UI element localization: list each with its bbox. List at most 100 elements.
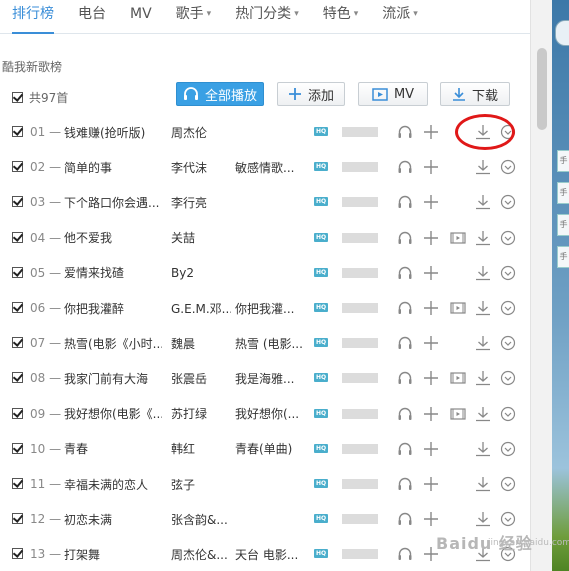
select-all-row[interactable]: 共97首: [12, 89, 68, 106]
song-artist[interactable]: 韩红: [171, 440, 231, 457]
song-artist[interactable]: 苏打绿: [171, 405, 231, 422]
chevron-down-icon[interactable]: [500, 265, 516, 281]
add-button[interactable]: 添加: [277, 82, 345, 106]
tab-6[interactable]: 流派 ▾: [370, 0, 430, 33]
side-tab[interactable]: 手: [557, 246, 569, 268]
side-panel-handle[interactable]: [555, 20, 569, 46]
song-checkbox[interactable]: [12, 196, 23, 208]
headphones-icon[interactable]: [397, 335, 413, 351]
plus-icon[interactable]: [423, 441, 439, 457]
headphones-icon[interactable]: [397, 194, 413, 210]
chevron-down-icon[interactable]: [500, 511, 516, 527]
song-artist[interactable]: 弦子: [171, 476, 231, 493]
song-artist[interactable]: 魏晨: [171, 335, 231, 352]
song-title[interactable]: 打架舞: [64, 546, 162, 563]
song-row[interactable]: 04 — 他不爱我 关喆 HQ: [0, 226, 530, 250]
tab-2[interactable]: MV: [118, 0, 164, 33]
song-checkbox[interactable]: [12, 407, 23, 419]
song-checkbox[interactable]: [12, 478, 23, 489]
video-icon[interactable]: [450, 300, 466, 316]
song-checkbox[interactable]: [12, 231, 23, 243]
song-album[interactable]: 热雪 (电影...: [235, 335, 305, 352]
headphones-icon[interactable]: [397, 230, 413, 246]
plus-icon[interactable]: [423, 159, 439, 175]
song-title[interactable]: 简单的事: [64, 159, 162, 176]
song-title[interactable]: 热雪(电影《小时...: [64, 335, 162, 352]
song-artist[interactable]: 张含韵&...: [171, 511, 231, 528]
plus-icon[interactable]: [423, 335, 439, 351]
song-checkbox[interactable]: [12, 302, 23, 313]
chevron-down-icon[interactable]: [500, 159, 516, 175]
side-tab[interactable]: 手: [557, 214, 569, 236]
headphones-icon[interactable]: [397, 159, 413, 175]
song-checkbox[interactable]: [12, 442, 23, 454]
plus-icon[interactable]: [423, 511, 439, 527]
headphones-icon[interactable]: [397, 546, 413, 562]
chevron-down-icon[interactable]: [500, 335, 516, 351]
headphones-icon[interactable]: [397, 300, 413, 316]
song-artist[interactable]: 李代沫: [171, 159, 231, 176]
song-title[interactable]: 爱情来找碴: [64, 264, 162, 281]
song-album[interactable]: 你把我灌...: [235, 300, 305, 317]
song-checkbox[interactable]: [12, 161, 23, 173]
song-row[interactable]: 02 — 简单的事 李代沫 敏感情歌... HQ: [0, 155, 530, 179]
download-icon[interactable]: [475, 406, 491, 422]
song-row[interactable]: 05 — 爱情来找碴 By2 HQ: [0, 261, 530, 285]
song-album[interactable]: 青春(单曲): [235, 440, 305, 457]
song-row[interactable]: 08 — 我家门前有大海 张震岳 我是海雅... HQ: [0, 366, 530, 390]
video-icon[interactable]: [450, 370, 466, 386]
song-artist[interactable]: By2: [171, 266, 231, 280]
plus-icon[interactable]: [423, 194, 439, 210]
play-all-button[interactable]: 全部播放: [176, 82, 264, 106]
plus-icon[interactable]: [423, 265, 439, 281]
download-icon[interactable]: [475, 300, 491, 316]
download-icon[interactable]: [475, 265, 491, 281]
song-album[interactable]: 我好想你(...: [235, 405, 305, 422]
side-tab[interactable]: 手: [557, 150, 569, 172]
download-icon[interactable]: [475, 230, 491, 246]
song-title[interactable]: 初恋未满: [64, 511, 162, 528]
tab-3[interactable]: 歌手 ▾: [164, 0, 224, 33]
song-checkbox[interactable]: [12, 372, 23, 384]
song-row[interactable]: 01 — 钱难赚(抢听版) 周杰伦 HQ: [0, 120, 530, 144]
song-title[interactable]: 我家门前有大海: [64, 370, 162, 387]
song-checkbox[interactable]: [12, 266, 23, 278]
chevron-down-icon[interactable]: [500, 441, 516, 457]
song-artist[interactable]: 周杰伦: [171, 124, 231, 141]
tab-5[interactable]: 特色 ▾: [311, 0, 371, 33]
song-row[interactable]: 10 — 青春 韩红 青春(单曲) HQ: [0, 437, 530, 461]
tab-1[interactable]: 电台: [66, 0, 118, 33]
song-row[interactable]: 03 — 下个路口你会遇... 李行亮 HQ: [0, 190, 530, 214]
song-row[interactable]: 11 — 幸福未满的恋人 弦子 HQ: [0, 472, 530, 496]
chevron-down-icon[interactable]: [500, 230, 516, 246]
headphones-icon[interactable]: [397, 476, 413, 492]
select-all-checkbox[interactable]: [12, 92, 23, 103]
plus-icon[interactable]: [423, 476, 439, 492]
tab-4[interactable]: 热门分类 ▾: [223, 0, 311, 33]
song-row[interactable]: 09 — 我好想你(电影《... 苏打绿 我好想你(... HQ: [0, 402, 530, 426]
chevron-down-icon[interactable]: [500, 194, 516, 210]
song-artist[interactable]: 张震岳: [171, 370, 231, 387]
headphones-icon[interactable]: [397, 406, 413, 422]
download-icon[interactable]: [475, 511, 491, 527]
scrollbar[interactable]: [530, 0, 552, 571]
song-title[interactable]: 我好想你(电影《...: [64, 405, 162, 422]
song-title[interactable]: 青春: [64, 440, 162, 457]
headphones-icon[interactable]: [397, 124, 413, 140]
song-checkbox[interactable]: [12, 126, 23, 137]
headphones-icon[interactable]: [397, 511, 413, 527]
mv-button[interactable]: MV: [358, 82, 428, 106]
song-row[interactable]: 07 — 热雪(电影《小时... 魏晨 热雪 (电影... HQ: [0, 331, 530, 355]
song-title[interactable]: 他不爱我: [64, 229, 162, 246]
chevron-down-icon[interactable]: [500, 476, 516, 492]
scrollbar-thumb[interactable]: [537, 48, 547, 130]
song-album[interactable]: 我是海雅...: [235, 370, 305, 387]
song-album[interactable]: 天台 电影...: [235, 546, 305, 563]
download-icon[interactable]: [475, 335, 491, 351]
song-artist[interactable]: 李行亮: [171, 194, 231, 211]
song-album[interactable]: 敏感情歌...: [235, 159, 305, 176]
song-title[interactable]: 钱难赚(抢听版): [64, 124, 162, 141]
song-title[interactable]: 幸福未满的恋人: [64, 476, 162, 493]
headphones-icon[interactable]: [397, 370, 413, 386]
song-title[interactable]: 下个路口你会遇...: [64, 194, 162, 211]
